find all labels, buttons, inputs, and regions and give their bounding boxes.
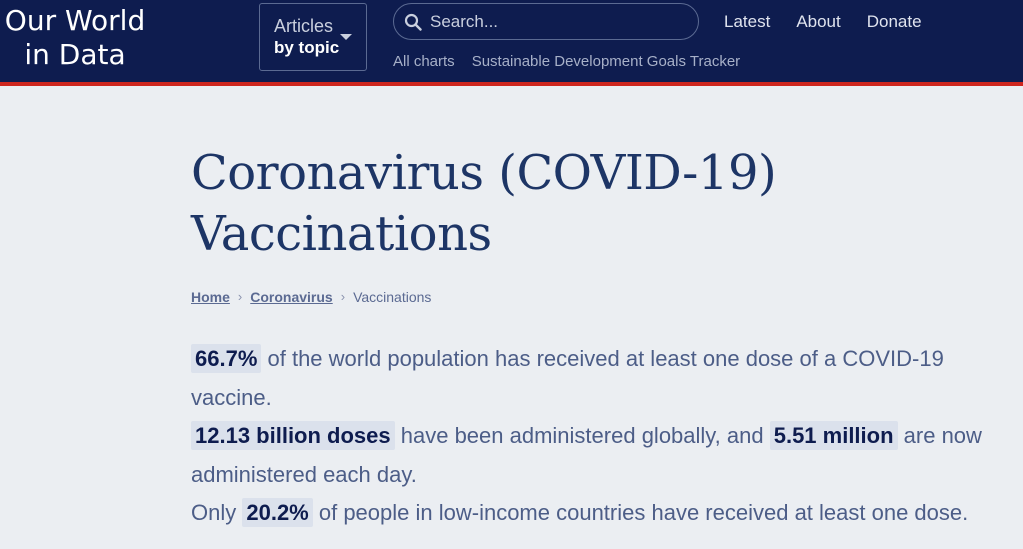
main-content: Coronavirus (COVID-19) Vaccinations Home… <box>191 90 1023 533</box>
top-navigation-bar: Our World in Data Articles by topic Late… <box>0 0 1023 86</box>
breadcrumb-coronavirus-link[interactable]: Coronavirus <box>250 288 332 306</box>
nav-donate-link[interactable]: Donate <box>867 11 922 33</box>
search-box[interactable] <box>393 3 699 40</box>
sub-nav: All charts Sustainable Development Goals… <box>393 52 740 72</box>
search-input[interactable] <box>430 11 680 32</box>
breadcrumb: Home › Coronavirus › Vaccinations <box>191 288 1023 306</box>
fact-first-dose-world: 66.7% of the world population has receiv… <box>191 340 1016 417</box>
fact-text: of people in low-income countries have r… <box>312 500 969 525</box>
highlight-value: 66.7% <box>191 344 262 373</box>
fact-text: of the world population has received at … <box>191 346 944 410</box>
highlight-value: 5.51 million <box>769 421 898 450</box>
fact-doses-administered: 12.13 billion doses have been administer… <box>191 417 1016 494</box>
logo-line-2: in Data <box>24 38 126 71</box>
page-title-line-1: Coronavirus (COVID-19) <box>191 145 777 201</box>
chevron-right-icon: › <box>237 289 243 304</box>
fact-text: Only <box>191 500 243 525</box>
sdg-tracker-link[interactable]: Sustainable Development Goals Tracker <box>472 52 740 72</box>
chevron-right-icon: › <box>340 289 346 304</box>
all-charts-link[interactable]: All charts <box>393 52 455 72</box>
main-nav: Latest About Donate <box>724 11 922 33</box>
nav-about-link[interactable]: About <box>796 11 840 33</box>
fact-text: have been administered globally, and <box>394 423 770 448</box>
breadcrumb-home-link[interactable]: Home <box>191 288 230 306</box>
caret-down-icon <box>340 34 352 40</box>
articles-label: Articles <box>274 16 334 36</box>
fact-low-income-countries: Only 20.2% of people in low-income count… <box>191 494 1016 533</box>
highlight-value: 20.2% <box>242 498 313 527</box>
by-topic-label: by topic <box>274 38 340 57</box>
logo-line-1: Our World <box>4 4 146 37</box>
site-logo[interactable]: Our World in Data <box>0 4 150 72</box>
page-title: Coronavirus (COVID-19) Vaccinations <box>191 143 1023 265</box>
page-title-line-2: Vaccinations <box>191 206 492 262</box>
search-icon <box>404 13 422 31</box>
breadcrumb-current: Vaccinations <box>353 289 432 305</box>
articles-by-topic-button[interactable]: Articles by topic <box>259 3 367 71</box>
highlight-value: 12.13 billion doses <box>191 421 395 450</box>
nav-latest-link[interactable]: Latest <box>724 11 770 33</box>
key-facts: 66.7% of the world population has receiv… <box>191 340 1016 533</box>
